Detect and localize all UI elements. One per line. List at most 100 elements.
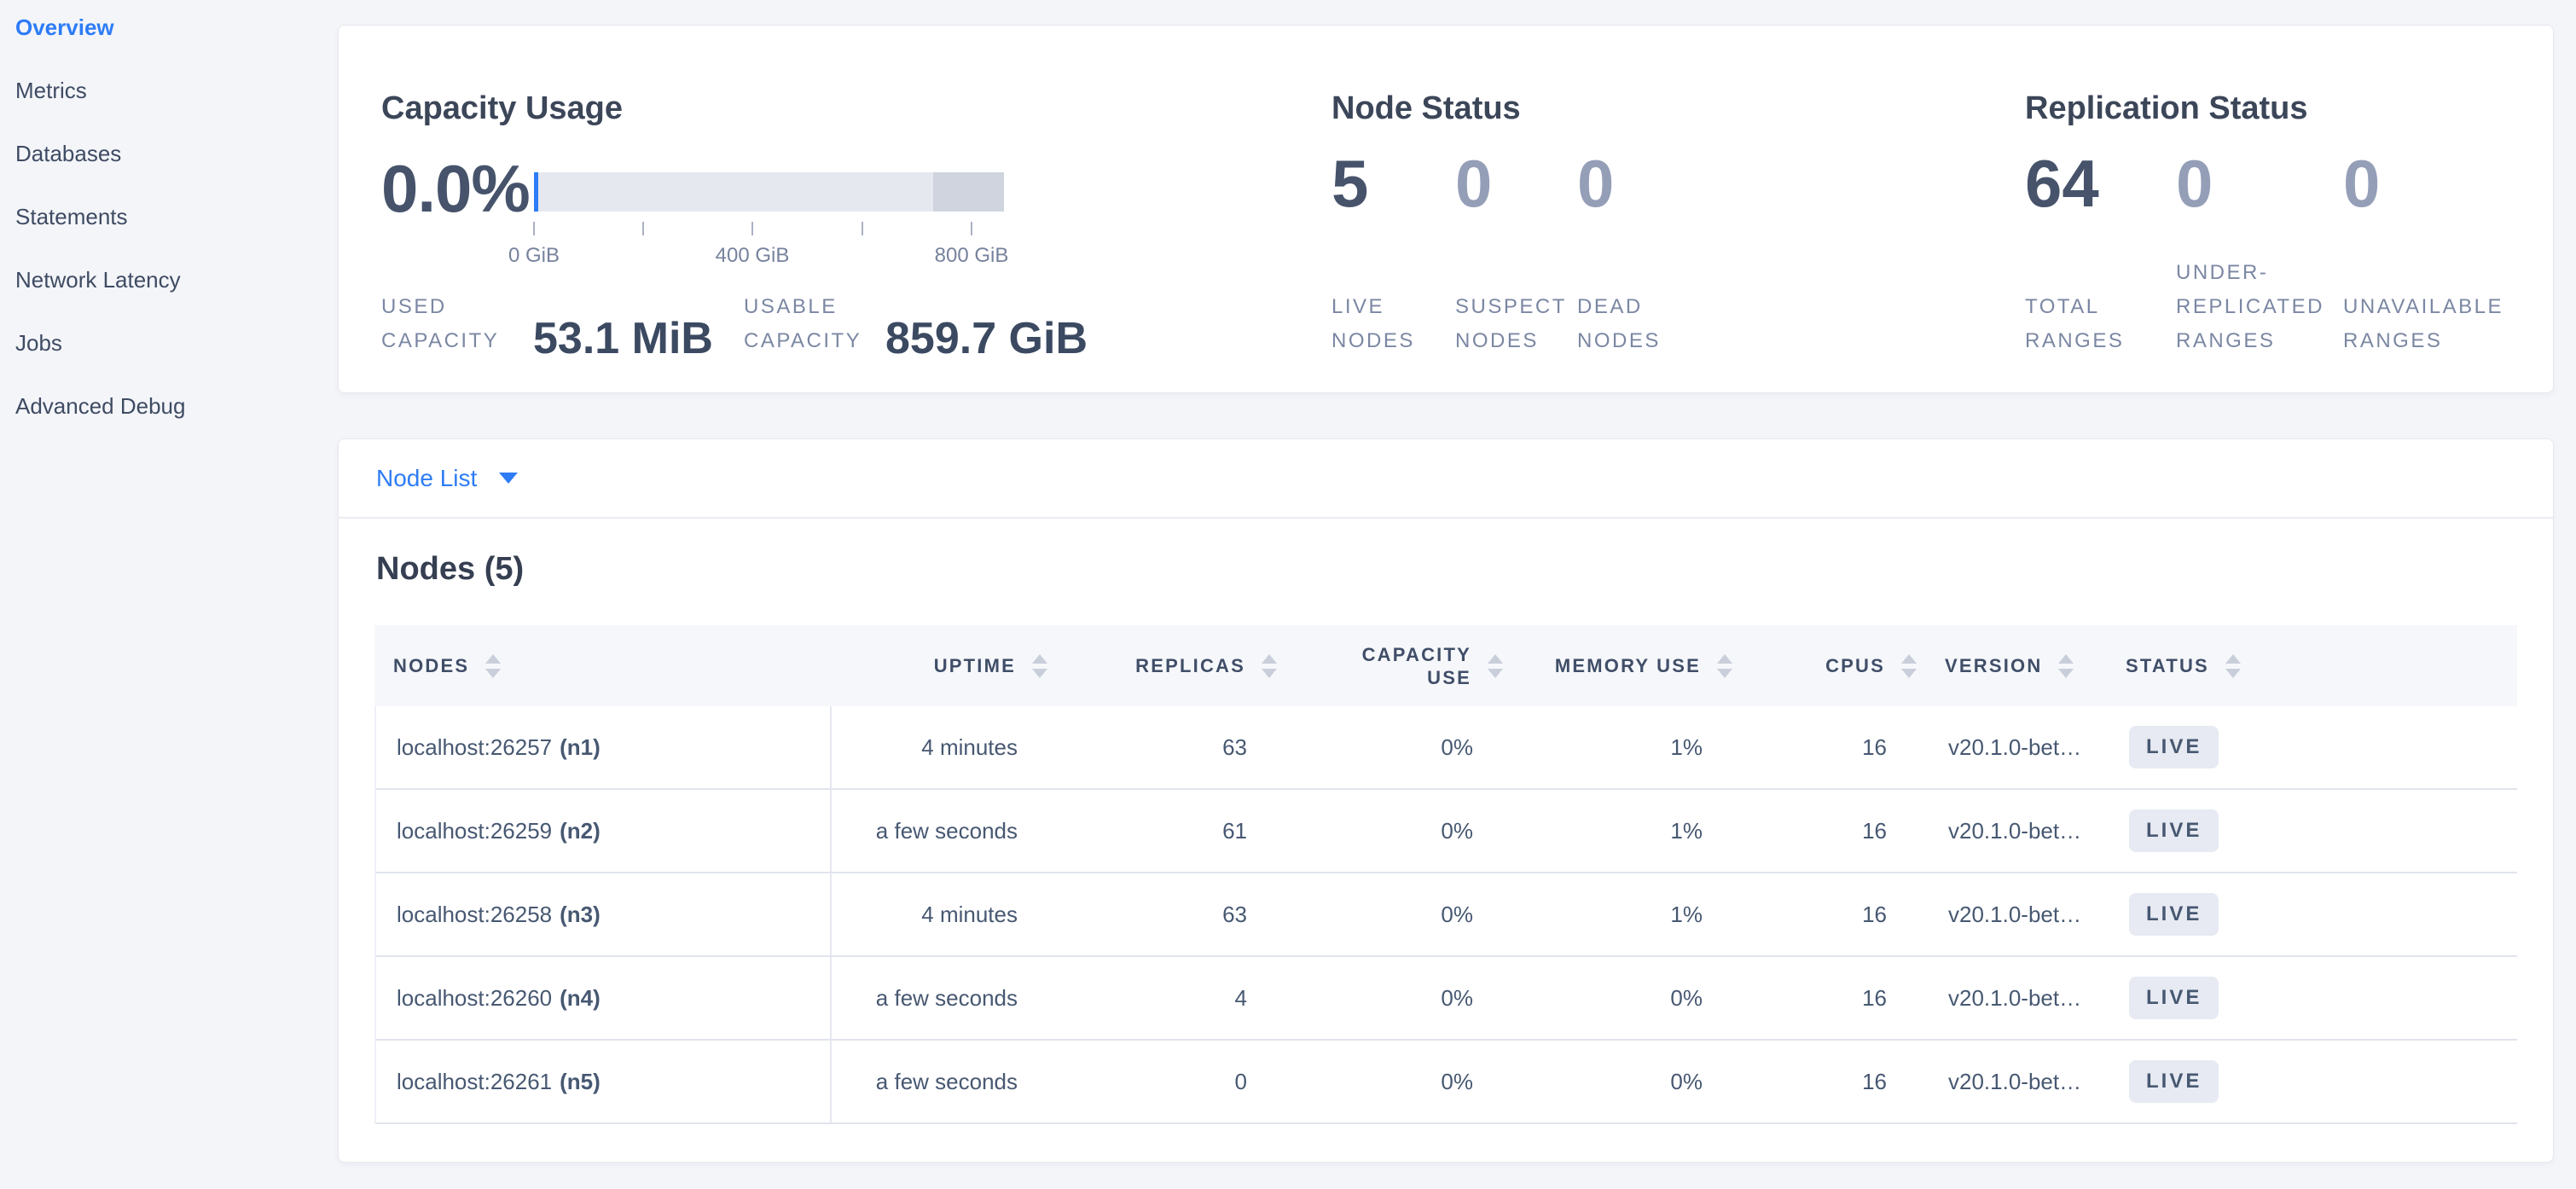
gauge-tick xyxy=(533,222,535,235)
table-row-node-3: localhost:26258 (n3) 4 minutes 63 0% 1% … xyxy=(376,873,2517,957)
table-row-node-2: localhost:26259 (n2) a few seconds 61 0%… xyxy=(376,790,2517,873)
node-address: localhost:26257 xyxy=(397,734,552,761)
status-badge: LIVE xyxy=(2129,1060,2219,1103)
version-cell: v20.1.0-bet… xyxy=(1928,873,2109,955)
sidebar-item-advanced-debug[interactable]: Advanced Debug xyxy=(15,390,322,453)
capacity-usage-title: Capacity Usage xyxy=(381,90,623,127)
gauge-tick xyxy=(751,222,753,235)
used-capacity-value: 53.1 MiB xyxy=(533,319,713,358)
gauge-tick xyxy=(862,222,863,235)
cockroachdb-admin-overview-page: { "colors": { "accent_blue": "#2d7cf6", … xyxy=(0,0,2576,1189)
version-cell: v20.1.0-bet… xyxy=(1928,706,2109,788)
column-header-label: NODES xyxy=(393,655,469,677)
node-address-cell[interactable]: localhost:26258 (n3) xyxy=(376,873,832,955)
nodes-table: NODES UPTIME REPLICAS CAPACITY USE MEMOR… xyxy=(374,625,2517,1124)
unavailable-ranges-label: UNAVAILABLE RANGES xyxy=(2343,290,2539,358)
node-status-title: Node Status xyxy=(1332,90,1521,127)
sort-icon xyxy=(2223,654,2243,678)
cpus-cell: 16 xyxy=(1743,790,1928,872)
column-header-replicas[interactable]: REPLICAS xyxy=(1057,625,1286,706)
status-cell: LIVE xyxy=(2109,790,2517,872)
status-badge: LIVE xyxy=(2129,893,2219,936)
status-cell: LIVE xyxy=(2109,957,2517,1039)
gauge-tick-label: 800 GiB xyxy=(935,244,1009,268)
sidebar-item-network-latency[interactable]: Network Latency xyxy=(15,264,322,327)
suspect-nodes-label: SUSPECT NODES xyxy=(1455,290,1577,358)
column-header-capacity-use[interactable]: CAPACITY USE xyxy=(1286,625,1512,706)
sidebar-item-statements[interactable]: Statements xyxy=(15,200,322,264)
node-address-cell[interactable]: localhost:26260 (n4) xyxy=(376,957,832,1039)
capacity-use-cell: 0% xyxy=(1288,957,1514,1039)
sort-icon xyxy=(1030,654,1050,678)
sidebar-item-overview[interactable]: Overview xyxy=(15,11,322,74)
capacity-gauge-reserved-segment xyxy=(933,172,1004,212)
column-header-label: MEMORY USE xyxy=(1555,655,1701,677)
column-header-status[interactable]: STATUS xyxy=(2107,625,2517,706)
sort-icon xyxy=(1899,654,1919,678)
used-capacity-label: USED CAPACITY xyxy=(381,290,521,358)
sort-icon xyxy=(483,654,503,678)
dead-nodes-count: 0 xyxy=(1577,145,1731,223)
column-header-memory-use[interactable]: MEMORY USE xyxy=(1512,625,1742,706)
version-cell: v20.1.0-bet… xyxy=(1928,790,2109,872)
memory-use-cell: 0% xyxy=(1514,957,1743,1039)
capacity-used-percent: 0.0% xyxy=(381,150,530,228)
column-header-label: REPLICAS xyxy=(1135,655,1245,677)
live-nodes-label: LIVE NODES xyxy=(1332,290,1455,358)
sidebar-item-databases[interactable]: Databases xyxy=(15,137,322,200)
sort-icon xyxy=(1259,654,1279,678)
node-address: localhost:26260 xyxy=(397,985,552,1012)
sidebar-item-jobs[interactable]: Jobs xyxy=(15,327,322,390)
sort-icon xyxy=(2056,654,2076,678)
status-badge: LIVE xyxy=(2129,977,2219,1019)
capacity-stats: USED CAPACITY 53.1 MiB USABLE CAPACITY 8… xyxy=(381,290,1088,358)
sidebar-nav: Overview Metrics Databases Statements Ne… xyxy=(15,11,322,453)
capacity-use-cell: 0% xyxy=(1288,1041,1514,1122)
node-status-values: 5 0 0 xyxy=(1332,145,1731,223)
node-address-cell[interactable]: localhost:26261 (n5) xyxy=(376,1041,832,1122)
total-ranges-count: 64 xyxy=(2025,145,2176,223)
cpus-cell: 16 xyxy=(1743,957,1928,1039)
node-address-cell[interactable]: localhost:26257 (n1) xyxy=(376,706,832,788)
cpus-cell: 16 xyxy=(1743,706,1928,788)
capacity-use-cell: 0% xyxy=(1288,873,1514,955)
node-id: (n3) xyxy=(560,902,600,928)
status-cell: LIVE xyxy=(2109,873,2517,955)
usable-capacity-label: USABLE CAPACITY xyxy=(744,290,873,358)
nodes-table-header: NODES UPTIME REPLICAS CAPACITY USE MEMOR… xyxy=(374,625,2517,706)
column-header-cpus[interactable]: CPUS xyxy=(1742,625,1926,706)
status-badge: LIVE xyxy=(2129,809,2219,852)
column-header-nodes[interactable]: NODES xyxy=(374,625,830,706)
replicas-cell: 4 xyxy=(1059,957,1288,1039)
version-cell: v20.1.0-bet… xyxy=(1928,957,2109,1039)
status-cell: LIVE xyxy=(2109,1041,2517,1122)
replicas-cell: 63 xyxy=(1059,873,1288,955)
replication-status-values: 64 0 0 xyxy=(2025,145,2539,223)
gauge-tick-label: 400 GiB xyxy=(716,244,790,268)
gauge-tick xyxy=(642,222,644,235)
node-list-dropdown[interactable]: Node List xyxy=(376,465,518,492)
cpus-cell: 16 xyxy=(1743,1041,1928,1122)
uptime-cell: a few seconds xyxy=(832,790,1059,872)
node-address-cell[interactable]: localhost:26259 (n2) xyxy=(376,790,832,872)
node-list-body: Nodes (5) NODES UPTIME REPLICAS CAPACITY… xyxy=(339,519,2553,1124)
memory-use-cell: 0% xyxy=(1514,1041,1743,1122)
column-header-version[interactable]: VERSION xyxy=(1926,625,2107,706)
unavailable-ranges-count: 0 xyxy=(2343,145,2539,223)
column-header-label: CPUS xyxy=(1825,655,1885,677)
sidebar-item-metrics[interactable]: Metrics xyxy=(15,74,322,137)
version-cell: v20.1.0-bet… xyxy=(1928,1041,2109,1122)
nodes-table-body: localhost:26257 (n1) 4 minutes 63 0% 1% … xyxy=(374,706,2517,1124)
capacity-gauge-used-segment xyxy=(534,172,538,212)
chevron-down-icon xyxy=(499,473,518,484)
node-status-labels: LIVE NODES SUSPECT NODES DEAD NODES xyxy=(1332,290,1731,358)
column-header-label: CAPACITY USE xyxy=(1357,643,1471,689)
node-address: localhost:26259 xyxy=(397,818,552,844)
cluster-summary-card: Capacity Usage 0.0% 0 GiB 400 GiB 800 Gi… xyxy=(338,25,2554,393)
column-header-uptime[interactable]: UPTIME xyxy=(830,625,1057,706)
node-id: (n4) xyxy=(560,985,600,1012)
nodes-count-heading: Nodes (5) xyxy=(376,551,2517,588)
status-badge: LIVE xyxy=(2129,726,2219,768)
memory-use-cell: 1% xyxy=(1514,790,1743,872)
node-address: localhost:26261 xyxy=(397,1069,552,1095)
